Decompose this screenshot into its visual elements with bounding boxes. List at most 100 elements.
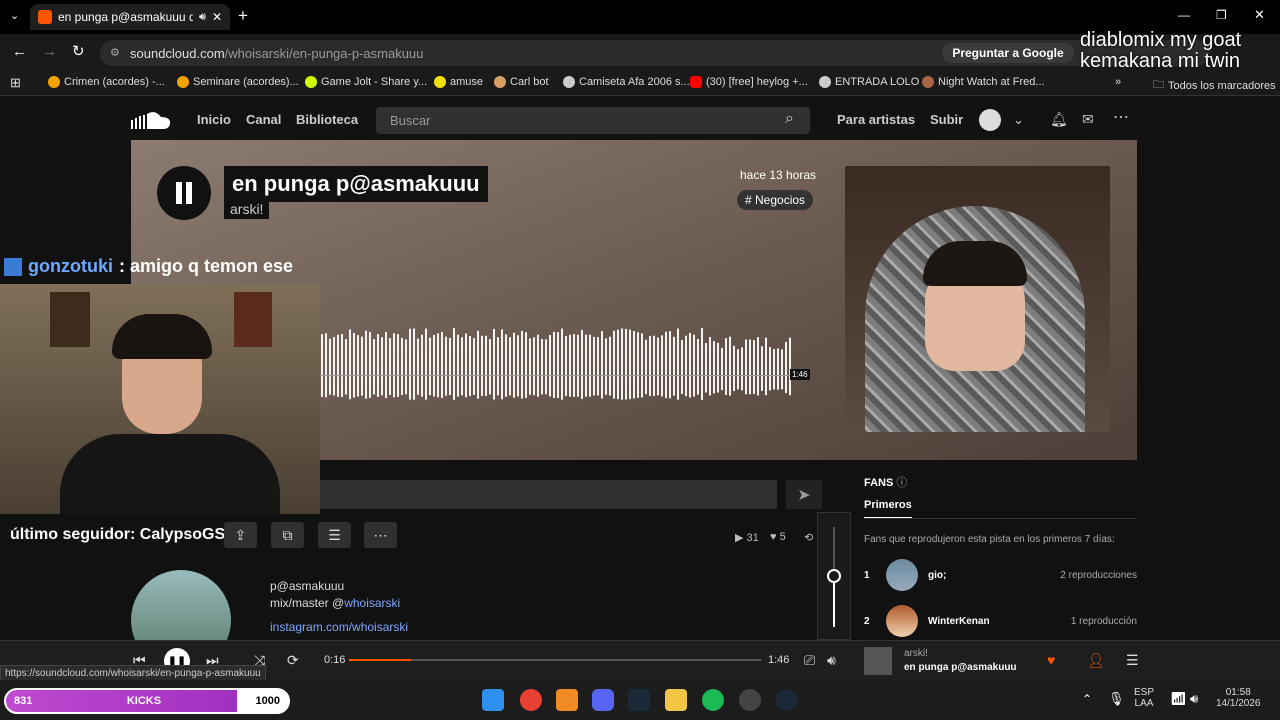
comment-input[interactable] bbox=[320, 480, 777, 509]
waveform-bar bbox=[325, 333, 327, 398]
obs-icon[interactable] bbox=[739, 689, 761, 711]
bookmark-item[interactable]: Carl bot bbox=[494, 76, 549, 88]
tab-first-fans[interactable]: Primeros bbox=[864, 499, 912, 519]
progress-bar[interactable] bbox=[349, 659, 761, 661]
more-actions-button[interactable]: ⋯ bbox=[364, 522, 397, 548]
waveform-bar bbox=[433, 334, 435, 397]
file-explorer-icon[interactable] bbox=[665, 689, 687, 711]
bookmark-item[interactable]: Night Watch at Fred... bbox=[922, 76, 1045, 88]
all-bookmarks-folder[interactable]: 🗀 Todos los marcadores bbox=[1153, 76, 1276, 95]
like-count: ♥ 5 bbox=[770, 531, 786, 543]
back-icon[interactable]: ← bbox=[12, 43, 27, 60]
play-icon: ▶ bbox=[735, 532, 747, 544]
genre-tag[interactable]: # Negocios bbox=[737, 190, 814, 210]
site-info-icon[interactable]: ⚙ bbox=[110, 46, 120, 59]
repeat-icon[interactable]: ⟳ bbox=[287, 652, 299, 669]
more-options-icon[interactable]: ⋯ bbox=[1113, 107, 1129, 127]
mail-icon[interactable]: ✉ bbox=[1082, 111, 1094, 128]
waveform-bar bbox=[549, 335, 551, 397]
cast-icon[interactable]: ⎚ bbox=[804, 652, 815, 669]
spotify-icon[interactable] bbox=[702, 689, 724, 711]
new-tab-button[interactable]: + bbox=[238, 6, 248, 26]
now-playing-thumbnail[interactable] bbox=[864, 647, 892, 675]
queue-icon[interactable]: ☰ bbox=[1126, 652, 1139, 669]
waveform-bar bbox=[629, 329, 631, 400]
mention-link[interactable]: whoisarski bbox=[344, 596, 400, 610]
add-to-playlist-button[interactable]: ☰ bbox=[318, 522, 351, 548]
pause-button[interactable] bbox=[157, 166, 211, 220]
steam-icon[interactable] bbox=[628, 689, 650, 711]
bookmark-item[interactable]: Camiseta Afa 2006 s... bbox=[563, 76, 690, 88]
track-artist-link[interactable]: arski! bbox=[224, 199, 270, 219]
waveform-bar bbox=[657, 337, 659, 396]
now-playing-artist[interactable]: arski! bbox=[904, 648, 928, 659]
bookmark-item[interactable]: Crimen (acordes) -... bbox=[48, 76, 165, 88]
tray-chevron-icon[interactable]: ⌃ bbox=[1082, 692, 1092, 706]
waveform-bar bbox=[477, 330, 479, 399]
bookmark-item[interactable]: (30) [free] heylog +... bbox=[690, 76, 808, 88]
reload-icon[interactable]: ↻ bbox=[72, 42, 85, 60]
bookmark-item[interactable]: Game Jolt - Share y... bbox=[305, 76, 427, 88]
tab-close-icon[interactable]: ✕ bbox=[212, 10, 222, 24]
keyboard-layout: LAA bbox=[1134, 698, 1154, 709]
waveform[interactable] bbox=[320, 322, 810, 402]
maximize-button[interactable]: ❐ bbox=[1216, 8, 1227, 22]
more-bookmarks-icon[interactable]: » bbox=[1115, 76, 1121, 88]
minimize-button[interactable]: — bbox=[1178, 8, 1190, 22]
search-icon[interactable]: ⌕ bbox=[785, 110, 794, 128]
waveform-bar bbox=[741, 347, 743, 391]
waveform-bar bbox=[457, 334, 459, 397]
tab-search-icon[interactable]: ⌄ bbox=[10, 9, 19, 22]
posted-time: hace 13 horas bbox=[740, 168, 817, 182]
bookmark-item[interactable]: Seminare (acordes)... bbox=[177, 76, 299, 88]
bell-icon[interactable]: 🔔︎ bbox=[1050, 111, 1068, 128]
nav-feed[interactable]: Canal bbox=[246, 112, 281, 127]
user-avatar[interactable] bbox=[979, 109, 1001, 131]
share-button[interactable]: ⇪ bbox=[224, 522, 257, 548]
nav-library[interactable]: Biblioteca bbox=[296, 112, 358, 127]
waveform-bar bbox=[621, 328, 623, 400]
soundcloud-logo-icon[interactable] bbox=[131, 111, 171, 129]
fl-studio-icon[interactable] bbox=[556, 689, 578, 711]
microphone-icon[interactable]: 🎙︎ bbox=[1108, 691, 1125, 707]
clock[interactable]: 01:58 14/1/2026 bbox=[1216, 687, 1261, 709]
apps-grid-icon[interactable]: ⊞ bbox=[10, 75, 21, 91]
discord-icon[interactable] bbox=[592, 689, 614, 711]
fan-row[interactable]: 2 WinterKenan 1 reproducción bbox=[864, 605, 1137, 637]
waveform-bar bbox=[533, 337, 535, 396]
info-icon[interactable]: ⓘ bbox=[896, 477, 907, 489]
fan-avatar bbox=[886, 605, 918, 637]
search-input[interactable]: Buscar bbox=[376, 107, 810, 134]
copy-link-button[interactable]: ⧉ bbox=[271, 522, 304, 548]
waveform-bar bbox=[437, 333, 439, 398]
browser-tab[interactable]: en punga p@asmakuuu de 🔊︎ ✕ bbox=[30, 4, 230, 30]
waveform-bar bbox=[681, 339, 683, 395]
now-playing-title[interactable]: en punga p@asmakuuu bbox=[904, 662, 1017, 673]
windows-start-icon[interactable] bbox=[482, 689, 504, 711]
fan-row[interactable]: 1 gio; 2 reproducciones bbox=[864, 559, 1137, 591]
steam-icon[interactable] bbox=[776, 689, 798, 711]
nav-upload[interactable]: Subir bbox=[930, 112, 963, 127]
bookmark-item[interactable]: amuse bbox=[434, 76, 483, 88]
volume-handle[interactable] bbox=[827, 569, 841, 583]
volume-icon[interactable]: 🔊︎ bbox=[827, 652, 836, 669]
wifi-icon[interactable]: 📶︎ bbox=[1170, 691, 1187, 707]
volume-slider[interactable] bbox=[817, 512, 851, 640]
speaker-tray-icon[interactable]: 🔊︎ bbox=[1190, 691, 1198, 707]
nav-for-artists[interactable]: Para artistas bbox=[837, 112, 915, 127]
nav-home[interactable]: Inicio bbox=[197, 112, 231, 127]
instagram-link[interactable]: instagram.com/whoisarski bbox=[270, 620, 408, 634]
like-heart-icon[interactable]: ♥ bbox=[1047, 652, 1055, 668]
send-comment-button[interactable]: ➤ bbox=[786, 480, 822, 509]
ask-google-button[interactable]: Preguntar a Google bbox=[942, 43, 1074, 63]
speaker-icon: 🔊︎ bbox=[199, 10, 206, 23]
close-window-button[interactable]: ✕ bbox=[1254, 7, 1265, 23]
bookmark-item[interactable]: ENTRADA LOLO bbox=[819, 76, 919, 88]
waveform-bar bbox=[337, 334, 339, 397]
follow-user-icon[interactable]: 👤︎ bbox=[1087, 652, 1105, 669]
goal-max: 1000 bbox=[255, 695, 280, 707]
chevron-down-icon[interactable]: ⌄ bbox=[1013, 112, 1024, 128]
chrome-icon[interactable] bbox=[520, 689, 542, 711]
language-indicator[interactable]: ESP LAA bbox=[1134, 687, 1154, 709]
forward-icon[interactable]: → bbox=[42, 43, 57, 60]
